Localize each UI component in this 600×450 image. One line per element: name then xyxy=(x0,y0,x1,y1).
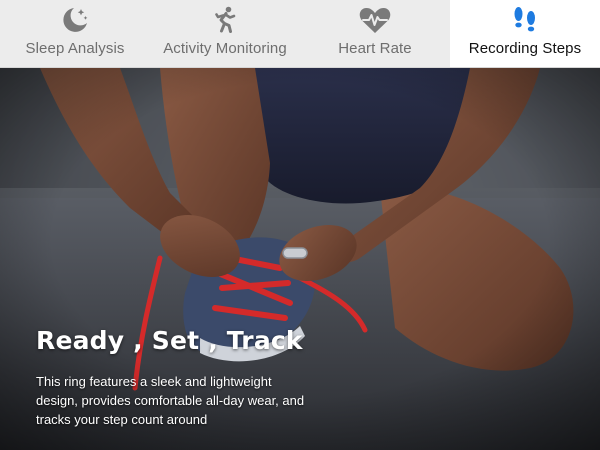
tab-heart-rate[interactable]: Heart Rate xyxy=(300,0,450,67)
feature-tab-bar: Sleep Analysis Activity Monitoring Heart… xyxy=(0,0,600,68)
tab-label: Sleep Analysis xyxy=(25,40,125,57)
tab-sleep-analysis[interactable]: Sleep Analysis xyxy=(0,0,150,67)
tab-recording-steps[interactable]: Recording Steps xyxy=(450,0,600,67)
running-person-icon xyxy=(210,5,240,35)
footprints-icon xyxy=(510,5,540,35)
hero-banner: Ready , Set , Track This ring features a… xyxy=(0,68,600,450)
tab-activity-monitoring[interactable]: Activity Monitoring xyxy=(150,0,300,67)
moon-stars-icon xyxy=(60,5,90,35)
tab-label: Recording Steps xyxy=(468,40,582,57)
tab-label: Activity Monitoring xyxy=(163,40,287,57)
heartbeat-icon xyxy=(358,5,392,35)
hero-headline: Ready , Set , Track xyxy=(36,326,303,355)
hero-description: This ring features a sleek and lightweig… xyxy=(36,374,305,427)
tab-label: Heart Rate xyxy=(338,40,412,57)
